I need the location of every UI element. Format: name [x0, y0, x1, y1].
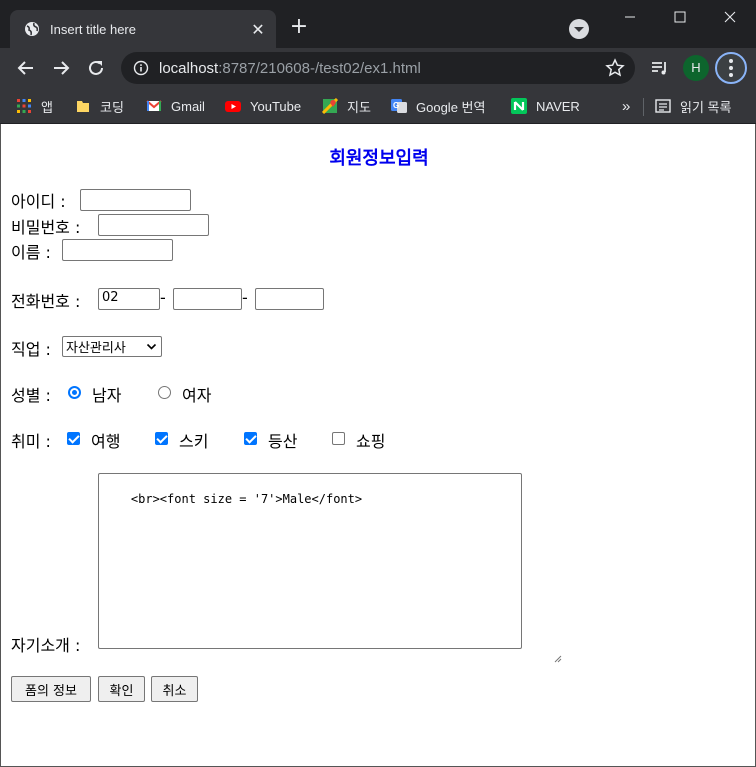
url-text: localhost:8787/210608-/test02/ex1.html: [159, 60, 421, 77]
password-label: 비밀번호 :: [11, 218, 81, 237]
maximize-button[interactable]: [656, 0, 704, 34]
tab-strip: Insert title here ✕ +: [0, 0, 756, 48]
apps-icon: [16, 98, 32, 114]
bookmark-label: 지도: [347, 99, 371, 115]
hobby-shopping-label: 쇼핑: [356, 432, 386, 451]
name-label: 이름 :: [11, 243, 51, 262]
kebab-menu-icon[interactable]: [715, 52, 747, 84]
id-label: 아이디 :: [11, 192, 66, 211]
phone-label: 전화번호 :: [11, 292, 81, 311]
browser-tab[interactable]: Insert title here ✕: [10, 10, 276, 48]
gender-male-label: 남자: [92, 386, 122, 405]
back-button[interactable]: [12, 54, 40, 82]
intro-label: 자기소개 :: [11, 636, 81, 655]
gender-female-radio[interactable]: [158, 386, 171, 399]
bookmark-google-translate[interactable]: G Google 번역: [391, 94, 485, 118]
bookmark-label: 코딩: [100, 99, 124, 115]
bookmark-coding-folder[interactable]: 코딩: [75, 94, 124, 118]
resize-handle-icon[interactable]: [511, 638, 562, 663]
phone-dash: -: [160, 288, 166, 307]
cancel-button[interactable]: 취소: [151, 676, 198, 702]
bookmark-youtube[interactable]: YouTube: [225, 94, 301, 118]
gender-label: 성별 :: [11, 386, 51, 405]
bookmark-star-icon[interactable]: [605, 58, 625, 78]
close-tab-icon[interactable]: ✕: [246, 20, 270, 39]
url-host: localhost: [159, 59, 219, 77]
bookmarks-bar: 앱 코딩 Gmail YouTube 지도 G Google 번역 NAVER: [0, 88, 756, 124]
intro-textarea[interactable]: <br><font size = '7'>Male</font>: [98, 473, 562, 663]
hobby-travel-checkbox[interactable]: [67, 432, 80, 445]
translate-icon: G: [391, 98, 407, 114]
minimize-button[interactable]: [606, 0, 654, 34]
address-bar[interactable]: localhost:8787/210608-/test02/ex1.html: [121, 52, 635, 84]
bookmark-label: Google 번역: [416, 99, 486, 115]
page-title: 회원정보입력: [329, 148, 429, 169]
bookmark-label: NAVER: [536, 98, 580, 114]
hobby-travel-label: 여행: [91, 432, 121, 451]
hobby-hiking-checkbox[interactable]: [244, 432, 257, 445]
tab-search-icon[interactable]: [569, 19, 589, 39]
password-input[interactable]: [98, 214, 209, 236]
bookmark-separator: [643, 98, 644, 116]
id-input[interactable]: [80, 189, 191, 211]
browser-toolbar: localhost:8787/210608-/test02/ex1.html H: [0, 48, 756, 88]
bookmark-label: 앱: [41, 99, 53, 115]
form-info-button[interactable]: 폼의 정보: [11, 676, 91, 702]
phone-dash: -: [242, 288, 248, 307]
bookmarks-overflow-button[interactable]: »: [622, 94, 630, 118]
reading-list-icon: [655, 98, 671, 114]
job-selected-value: 자산관리사: [66, 341, 126, 356]
confirm-button[interactable]: 확인: [98, 676, 145, 702]
url-path: :8787/210608-/test02/ex1.html: [218, 59, 421, 77]
svg-text:G: G: [393, 101, 399, 110]
info-icon[interactable]: [133, 60, 149, 76]
phone-middle-input[interactable]: [173, 288, 242, 310]
intro-text: <br><font size = '7'>Male</font>: [130, 492, 363, 506]
gmail-icon: [146, 98, 162, 114]
bookmark-label: YouTube: [250, 98, 302, 114]
bookmark-maps[interactable]: 지도: [321, 94, 371, 118]
bookmark-gmail[interactable]: Gmail: [146, 94, 205, 118]
bookmark-naver[interactable]: NAVER: [511, 94, 580, 118]
reading-list-label: 읽기 목록: [680, 99, 732, 115]
forward-button[interactable]: [47, 54, 75, 82]
hobby-hiking-label: 등산: [268, 432, 298, 451]
gender-male-radio[interactable]: [68, 386, 81, 399]
maps-icon: [321, 97, 339, 115]
phone-first-input[interactable]: 02: [98, 288, 160, 310]
close-window-button[interactable]: [706, 0, 754, 34]
tab-title: Insert title here: [50, 21, 136, 37]
media-control-icon[interactable]: [646, 54, 674, 82]
folder-icon: [75, 98, 91, 114]
chevron-down-icon: [146, 341, 157, 352]
gender-female-label: 여자: [182, 386, 212, 405]
job-label: 직업 :: [11, 340, 51, 359]
youtube-icon: [225, 98, 241, 114]
page-content: 회원정보입력 아이디 : 비밀번호 : 이름 : 전화번호 : 02 - - 직…: [0, 124, 756, 767]
new-tab-button[interactable]: +: [287, 15, 311, 39]
reading-list-button[interactable]: 읽기 목록: [655, 94, 731, 118]
hobby-ski-label: 스키: [179, 432, 209, 451]
hobby-label: 취미 :: [11, 432, 51, 451]
job-select[interactable]: 자산관리사: [62, 336, 162, 357]
hobby-ski-checkbox[interactable]: [155, 432, 168, 445]
reload-button[interactable]: [82, 54, 110, 82]
naver-icon: [511, 98, 527, 114]
hobby-shopping-checkbox[interactable]: [332, 432, 345, 445]
phone-last-input[interactable]: [255, 288, 324, 310]
bookmark-label: Gmail: [171, 98, 205, 114]
profile-avatar[interactable]: H: [683, 55, 709, 81]
globe-icon: [24, 21, 40, 37]
bookmark-apps[interactable]: 앱: [16, 94, 53, 118]
name-input[interactable]: [62, 239, 173, 261]
